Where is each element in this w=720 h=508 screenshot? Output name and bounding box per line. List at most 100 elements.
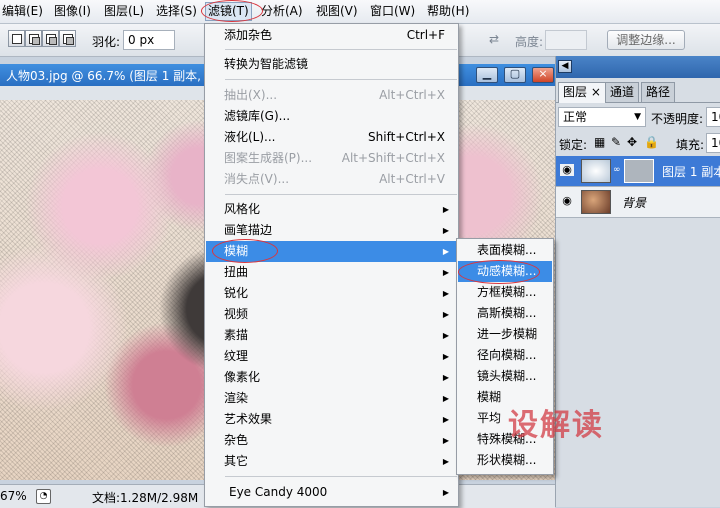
layer-mask-thumbnail[interactable] [624, 159, 654, 183]
menu-item-liquify[interactable]: 液化(L)... Shift+Ctrl+X [206, 127, 457, 148]
menu-item-label: 液化(L)... [224, 130, 276, 144]
menu-item-smart-filter[interactable]: 转换为智能滤镜 [206, 54, 457, 75]
menu-item-label: 形状模糊... [477, 453, 537, 467]
menu-item-label: 模糊 [477, 390, 502, 404]
submenu-arrow-icon: ▶ [442, 247, 449, 256]
menu-item-filter-gallery[interactable]: 滤镜库(G)... [206, 106, 457, 127]
lock-label: 锁定: [559, 138, 588, 152]
menu-item-label: 高斯模糊... [477, 306, 537, 320]
menu-select[interactable]: 选择(S) [156, 3, 197, 20]
tab-channels[interactable]: 通道 [605, 82, 640, 102]
blend-mode-value: 正常 [563, 110, 588, 124]
zoom-level[interactable]: 67% [0, 489, 27, 503]
menu-item-label: 径向模糊... [477, 348, 537, 362]
menu-window[interactable]: 窗口(W) [370, 3, 415, 20]
tab-paths[interactable]: 路径 [641, 82, 676, 102]
eye-icon[interactable]: ◉ [560, 195, 574, 207]
menu-item-label: 锐化 [224, 286, 249, 300]
menu-item-stylize[interactable]: 风格化 ▶ [206, 199, 457, 220]
close-icon[interactable]: × [532, 67, 554, 83]
lock-all-icon[interactable]: 🔒 [644, 135, 659, 149]
height-input[interactable] [545, 30, 587, 50]
menu-layer[interactable]: 图层(L) [104, 3, 144, 20]
watermark-logo: 设解读 [508, 408, 604, 443]
status-menu-icon[interactable]: ◔ [36, 489, 51, 504]
lock-move-icon[interactable]: ✥ [627, 135, 637, 149]
lock-brush-icon[interactable]: ✎ [611, 135, 621, 149]
menu-item-other[interactable]: 其它 ▶ [206, 451, 457, 472]
menu-item-label: 像素化 [224, 370, 261, 384]
height-label: 高度: [515, 35, 544, 49]
panel-header[interactable]: ◀ [556, 56, 720, 78]
menu-item-label: 扭曲 [224, 265, 249, 279]
intersect-selection-icon[interactable] [59, 30, 76, 47]
menu-edit[interactable]: 编辑(E) [2, 3, 43, 20]
link-icon: ∞ [613, 165, 621, 175]
menu-help[interactable]: 帮助(H) [427, 3, 469, 20]
menu-item-surface-blur[interactable]: 表面模糊... [458, 240, 552, 261]
menu-image[interactable]: 图像(I) [54, 3, 91, 20]
menu-item-label: 转换为智能滤镜 [224, 57, 309, 71]
layer-name: 背景 [622, 196, 647, 210]
menu-item-label: 进一步模糊 [477, 327, 538, 341]
menu-item-last-filter[interactable]: 添加杂色 Ctrl+F [206, 25, 457, 46]
menu-item-sharpen[interactable]: 锐化 ▶ [206, 283, 457, 304]
layer-row[interactable]: ◉ ∞ 图层 1 副本 [556, 156, 720, 187]
layer-row[interactable]: ◉ 背景 [556, 187, 720, 218]
panel-collapse-icon[interactable]: ◀ [558, 60, 572, 73]
tab-layers[interactable]: 图层 × [558, 82, 606, 103]
submenu-arrow-icon: ▶ [442, 268, 449, 277]
submenu-arrow-icon: ▶ [442, 415, 449, 424]
minimize-icon[interactable]: ▁ [476, 67, 498, 83]
fill-input[interactable]: 10 [706, 133, 720, 153]
layer-thumbnail [581, 190, 611, 214]
menu-item-lens-blur[interactable]: 镜头模糊... [458, 366, 552, 387]
menu-item-video[interactable]: 视频 ▶ [206, 304, 457, 325]
blend-mode-select[interactable]: 正常 ▼ [558, 107, 646, 127]
subtract-selection-icon[interactable] [42, 30, 59, 47]
lock-row: 锁定: ▦ ✎ ✥ 🔒 填充: 10 [556, 132, 720, 154]
menu-item-texture[interactable]: 纹理 ▶ [206, 346, 457, 367]
menu-item-label: 画笔描边 [224, 223, 273, 237]
swap-icon[interactable]: ⇄ [489, 32, 499, 46]
submenu-arrow-icon: ▶ [442, 457, 449, 466]
eye-icon[interactable]: ◉ [560, 164, 574, 176]
menu-item-label: 滤镜库(G)... [224, 109, 291, 123]
menu-separator [225, 476, 457, 477]
menu-item-label: 渲染 [224, 391, 249, 405]
add-selection-icon[interactable] [25, 30, 42, 47]
menu-item-distort[interactable]: 扭曲 ▶ [206, 262, 457, 283]
menu-item-label: 抽出(X)... [224, 88, 278, 102]
menu-item-radial-blur[interactable]: 径向模糊... [458, 345, 552, 366]
menu-separator [225, 49, 457, 50]
menu-bar: 编辑(E) 图像(I) 图层(L) 选择(S) 滤镜(T) 分析(A) 视图(V… [0, 0, 720, 24]
panel-tabs: 图层 × 通道 路径 [556, 82, 720, 103]
menu-item-sketch[interactable]: 素描 ▶ [206, 325, 457, 346]
new-selection-icon[interactable] [8, 30, 25, 47]
blend-row: 正常 ▼ 不透明度: 10 [556, 106, 720, 128]
feather-input[interactable]: 0 px [123, 30, 175, 50]
menu-item-label: 视频 [224, 307, 249, 321]
menu-item-box-blur[interactable]: 方框模糊... [458, 282, 552, 303]
opacity-input[interactable]: 10 [706, 107, 720, 127]
menu-analysis[interactable]: 分析(A) [261, 3, 303, 20]
lock-transparent-icon[interactable]: ▦ [594, 135, 605, 149]
menu-item-shape-blur[interactable]: 形状模糊... [458, 450, 552, 471]
layer-thumbnail [581, 159, 611, 183]
menu-item-noise[interactable]: 杂色 ▶ [206, 430, 457, 451]
menu-item-blur-more[interactable]: 进一步模糊 [458, 324, 552, 345]
menu-item-gaussian-blur[interactable]: 高斯模糊... [458, 303, 552, 324]
menu-item-label: Eye Candy 4000 [229, 485, 328, 499]
refine-edge-button[interactable]: 调整边缘... [607, 30, 685, 50]
menu-item-pixelate[interactable]: 像素化 ▶ [206, 367, 457, 388]
maximize-icon[interactable]: ▢ [504, 67, 526, 83]
menu-item-label: 风格化 [224, 202, 261, 216]
menu-item-eye-candy[interactable]: Eye Candy 4000 ▶ [206, 482, 457, 503]
menu-item-artistic[interactable]: 艺术效果 ▶ [206, 409, 457, 430]
menu-item-shortcut: Alt+Ctrl+X [379, 88, 445, 102]
menu-item-render[interactable]: 渲染 ▶ [206, 388, 457, 409]
submenu-arrow-icon: ▶ [442, 394, 449, 403]
menu-item-shortcut: Shift+Ctrl+X [368, 130, 445, 144]
menu-view[interactable]: 视图(V) [316, 3, 358, 20]
menu-item-brush-strokes[interactable]: 画笔描边 ▶ [206, 220, 457, 241]
